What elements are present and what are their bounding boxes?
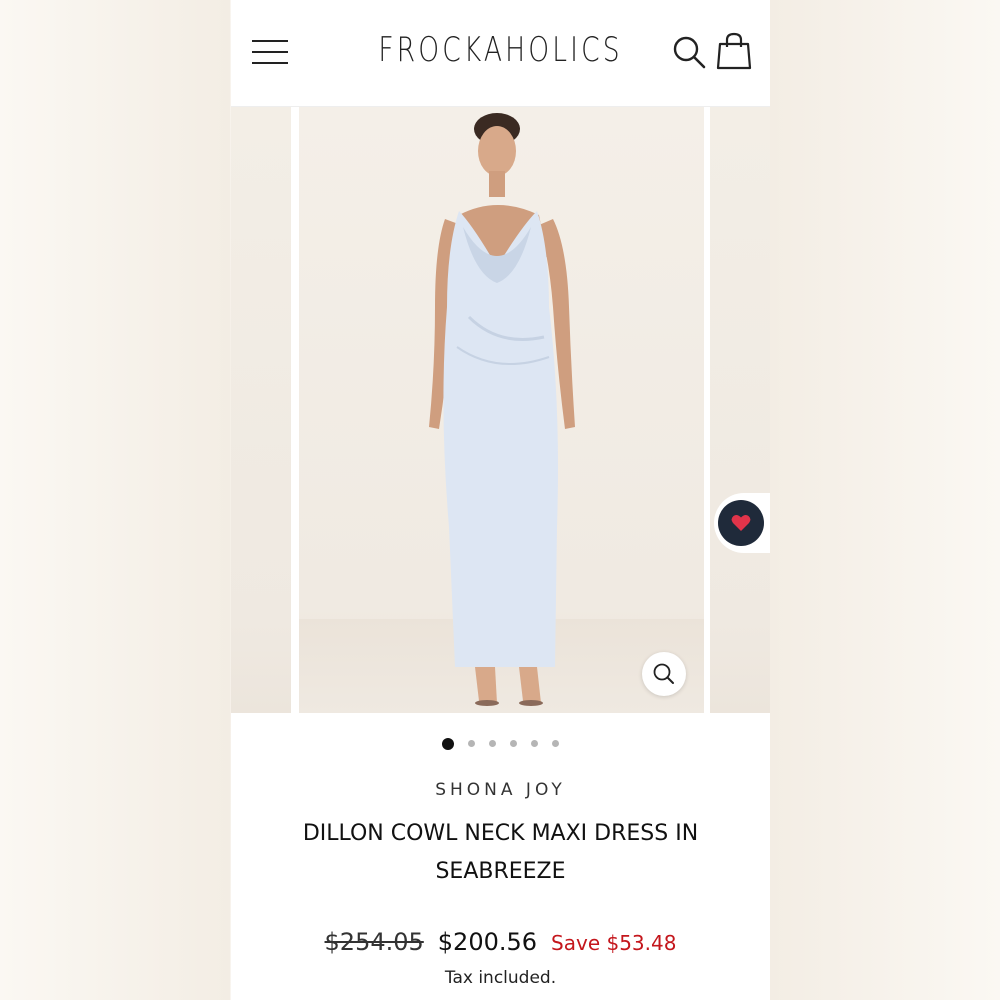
- pagination-dot[interactable]: [531, 740, 538, 748]
- hamburger-menu-icon[interactable]: [252, 38, 288, 66]
- price-row: $254.05 $200.56 Save $53.48: [231, 928, 770, 956]
- product-image-gallery[interactable]: [231, 107, 770, 713]
- mobile-page: FROCKAHOLICS SHONA JOY DILLON COWL NECK …: [231, 0, 770, 1000]
- product-title: DILLON COWL NECK MAXI DRESS IN SEABREEZE: [302, 821, 699, 884]
- pagination-dot[interactable]: [552, 740, 559, 748]
- zoom-button[interactable]: [642, 652, 686, 696]
- next-slide-preview[interactable]: [710, 107, 770, 713]
- search-icon[interactable]: [671, 34, 707, 70]
- pagination-dot[interactable]: [510, 740, 517, 748]
- wishlist-button[interactable]: [714, 493, 770, 553]
- product-brand[interactable]: SHONA JOY: [231, 780, 770, 800]
- tax-note: Tax included.: [444, 968, 557, 988]
- shopping-bag-icon[interactable]: [716, 32, 752, 70]
- savings-label: Save $53.48: [551, 931, 677, 955]
- magnifier-icon: [653, 663, 674, 684]
- wishlist-badge: [718, 500, 764, 546]
- previous-slide-preview[interactable]: [231, 107, 291, 713]
- product-main-image[interactable]: [299, 107, 704, 713]
- pagination-dot[interactable]: [489, 740, 496, 748]
- pagination-dot[interactable]: [468, 740, 475, 748]
- backdrop-right: [770, 0, 1000, 1000]
- sale-price: $200.56: [437, 928, 538, 956]
- site-logo[interactable]: FROCKAHOLICS: [290, 30, 710, 70]
- site-header: FROCKAHOLICS: [231, 0, 770, 107]
- model-in-dress-image: [429, 113, 575, 706]
- compare-at-price: $254.05: [324, 928, 424, 956]
- pagination-dot[interactable]: [442, 737, 454, 750]
- heart-icon: [731, 515, 751, 531]
- gallery-pagination: [231, 735, 770, 750]
- backdrop-left: [0, 0, 230, 1000]
